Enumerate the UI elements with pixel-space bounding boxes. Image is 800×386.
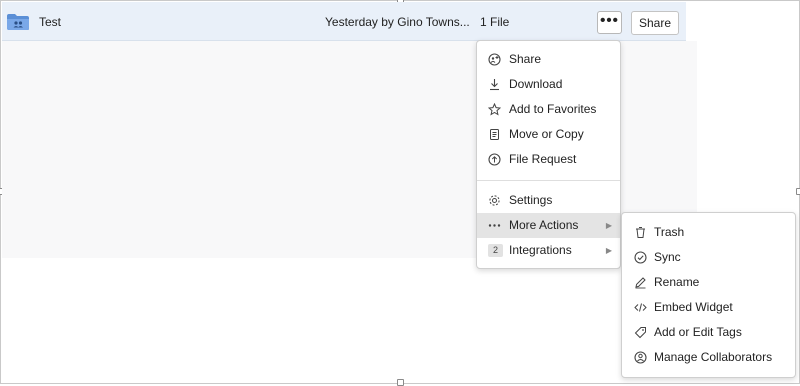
submenu-item-add-or-edit-tags[interactable]: Add or Edit Tags — [622, 320, 795, 345]
menu-item-label: File Request — [509, 152, 577, 166]
code-icon — [634, 301, 647, 314]
file-row[interactable]: Test Yesterday by Gino Towns... 1 File •… — [2, 2, 686, 41]
chevron-right-icon: ▶ — [605, 221, 612, 230]
menu-item-download[interactable]: Download — [477, 72, 620, 97]
copy-icon — [488, 128, 501, 141]
menu-item-settings[interactable]: Settings — [477, 188, 620, 213]
menu-item-label: More Actions — [509, 218, 579, 232]
gear-icon — [488, 194, 501, 207]
shared-folder-icon — [6, 13, 30, 31]
download-icon — [488, 78, 501, 91]
modified-info: Yesterday by Gino Towns... — [325, 15, 470, 29]
trash-icon — [634, 226, 647, 239]
menu-item-share[interactable]: Share — [477, 47, 620, 72]
menu-item-label: Share — [509, 52, 542, 66]
upload-cloud-icon — [488, 153, 501, 166]
resize-handle-right[interactable] — [796, 188, 800, 195]
menu-item-add-to-favorites[interactable]: Add to Favorites — [477, 97, 620, 122]
context-menu: Share Download Add to Favorites Move or … — [476, 40, 621, 269]
tag-icon — [634, 326, 647, 339]
ellipsis-icon — [488, 219, 501, 232]
integrations-count-badge: 2 — [488, 244, 503, 257]
submenu-item-label: Trash — [654, 225, 685, 239]
menu-item-integrations[interactable]: 2 Integrations ▶ — [477, 238, 620, 263]
menu-item-more-actions[interactable]: More Actions ▶ — [477, 213, 620, 238]
pencil-icon — [634, 276, 647, 289]
chevron-right-icon: ▶ — [605, 246, 612, 255]
submenu-item-embed-widget[interactable]: Embed Widget — [622, 295, 795, 320]
more-actions-submenu: Trash Sync Rename Embed Widget Add or Ed… — [621, 212, 796, 378]
menu-divider — [477, 180, 620, 181]
share-button[interactable]: Share — [631, 11, 679, 35]
menu-item-file-request[interactable]: File Request — [477, 147, 620, 172]
star-icon — [488, 103, 501, 116]
sync-check-icon — [634, 251, 647, 264]
more-options-button[interactable]: ••• — [597, 11, 622, 34]
submenu-item-rename[interactable]: Rename — [622, 270, 795, 295]
submenu-item-label: Sync — [654, 250, 681, 264]
submenu-item-label: Embed Widget — [654, 300, 733, 314]
menu-item-label: Download — [509, 77, 563, 91]
submenu-item-label: Add or Edit Tags — [654, 325, 742, 339]
menu-item-label: Settings — [509, 193, 553, 207]
item-count: 1 File — [480, 15, 510, 29]
share-icon — [488, 53, 501, 66]
submenu-item-label: Rename — [654, 275, 700, 289]
menu-item-label: Integrations — [509, 243, 572, 257]
submenu-item-trash[interactable]: Trash — [622, 220, 795, 245]
menu-item-label: Move or Copy — [509, 127, 584, 141]
menu-item-label: Add to Favorites — [509, 102, 597, 116]
collaborators-icon — [634, 351, 647, 364]
submenu-item-label: Manage Collaborators — [654, 350, 773, 364]
menu-item-move-or-copy[interactable]: Move or Copy — [477, 122, 620, 147]
resize-handle-bottom[interactable] — [397, 379, 404, 386]
submenu-item-sync[interactable]: Sync — [622, 245, 795, 270]
folder-name[interactable]: Test — [39, 15, 61, 29]
submenu-item-manage-collaborators[interactable]: Manage Collaborators — [622, 345, 795, 370]
